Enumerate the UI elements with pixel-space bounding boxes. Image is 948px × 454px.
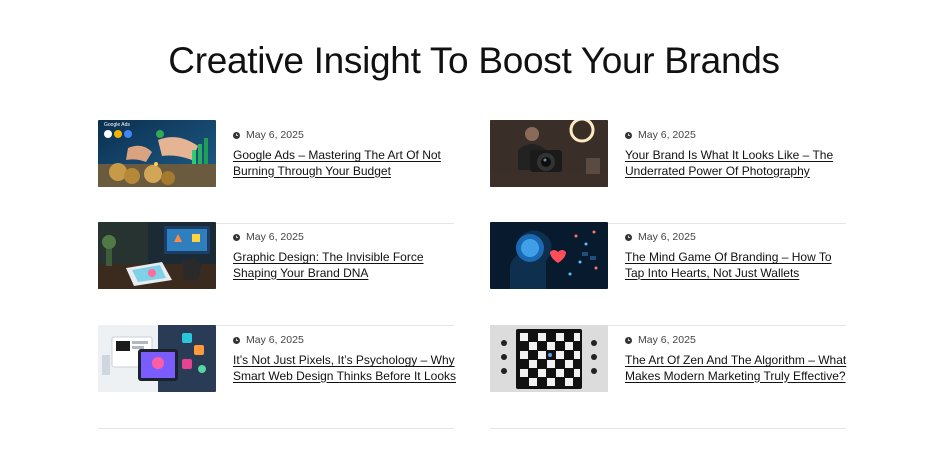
post-image-zen-algorithm xyxy=(490,325,608,392)
blog-post-card: May 6, 2025 The Art Of Zen And The Algor… xyxy=(490,325,846,429)
post-image-graphic-design xyxy=(98,222,216,289)
post-image-web-design xyxy=(98,325,216,392)
post-title-link[interactable]: Your Brand Is What It Looks Like – The U… xyxy=(625,148,849,179)
post-date: May 6, 2025 xyxy=(246,334,304,346)
post-date: May 6, 2025 xyxy=(246,231,304,243)
post-title-link[interactable]: Google Ads – Mastering The Art Of Not Bu… xyxy=(233,148,457,179)
post-date: May 6, 2025 xyxy=(638,231,696,243)
blog-post-card: May 6, 2025 It’s Not Just Pixels, It’s P… xyxy=(98,325,457,429)
clock-icon xyxy=(625,233,632,241)
post-thumbnail[interactable] xyxy=(490,325,608,392)
post-thumbnail[interactable]: Google Ads xyxy=(98,120,216,187)
blog-post-card: Google Ads May 6, 2025 Google Ads – Mast… xyxy=(98,120,454,224)
section-title: Creative Insight To Boost Your Brands xyxy=(168,40,780,81)
post-meta: May 6, 2025 xyxy=(625,231,696,243)
post-image-mind-game xyxy=(490,222,608,289)
post-meta: May 6, 2025 xyxy=(233,334,304,346)
clock-icon xyxy=(625,131,632,139)
blog-post-card: May 6, 2025 The Mind Game Of Branding – … xyxy=(490,222,846,326)
post-thumbnail[interactable] xyxy=(490,222,608,289)
clock-icon xyxy=(233,233,240,241)
blog-post-card: May 6, 2025 Graphic Design: The Invisibl… xyxy=(98,222,454,326)
clock-icon xyxy=(625,336,632,344)
post-title-link[interactable]: The Mind Game Of Branding – How To Tap I… xyxy=(625,250,849,281)
post-date: May 6, 2025 xyxy=(638,129,696,141)
post-title-link[interactable]: Graphic Design: The Invisible Force Shap… xyxy=(233,250,457,281)
post-meta: May 6, 2025 xyxy=(233,231,304,243)
clock-icon xyxy=(233,131,240,139)
post-meta: May 6, 2025 xyxy=(233,129,304,141)
post-date: May 6, 2025 xyxy=(638,334,696,346)
post-thumbnail[interactable] xyxy=(490,120,608,187)
post-title-link[interactable]: The Art Of Zen And The Algorithm – What … xyxy=(625,353,849,384)
clock-icon xyxy=(233,336,240,344)
post-thumbnail[interactable] xyxy=(98,325,216,392)
post-date: May 6, 2025 xyxy=(246,129,304,141)
post-image-google-ads: Google Ads xyxy=(98,120,216,187)
thumb-label: Google Ads xyxy=(104,122,130,128)
post-meta: May 6, 2025 xyxy=(625,334,696,346)
blog-post-card: May 6, 2025 Your Brand Is What It Looks … xyxy=(490,120,846,224)
post-title-link[interactable]: It’s Not Just Pixels, It’s Psychology – … xyxy=(233,353,457,384)
post-meta: May 6, 2025 xyxy=(625,129,696,141)
post-image-photography xyxy=(490,120,608,187)
post-thumbnail[interactable] xyxy=(98,222,216,289)
